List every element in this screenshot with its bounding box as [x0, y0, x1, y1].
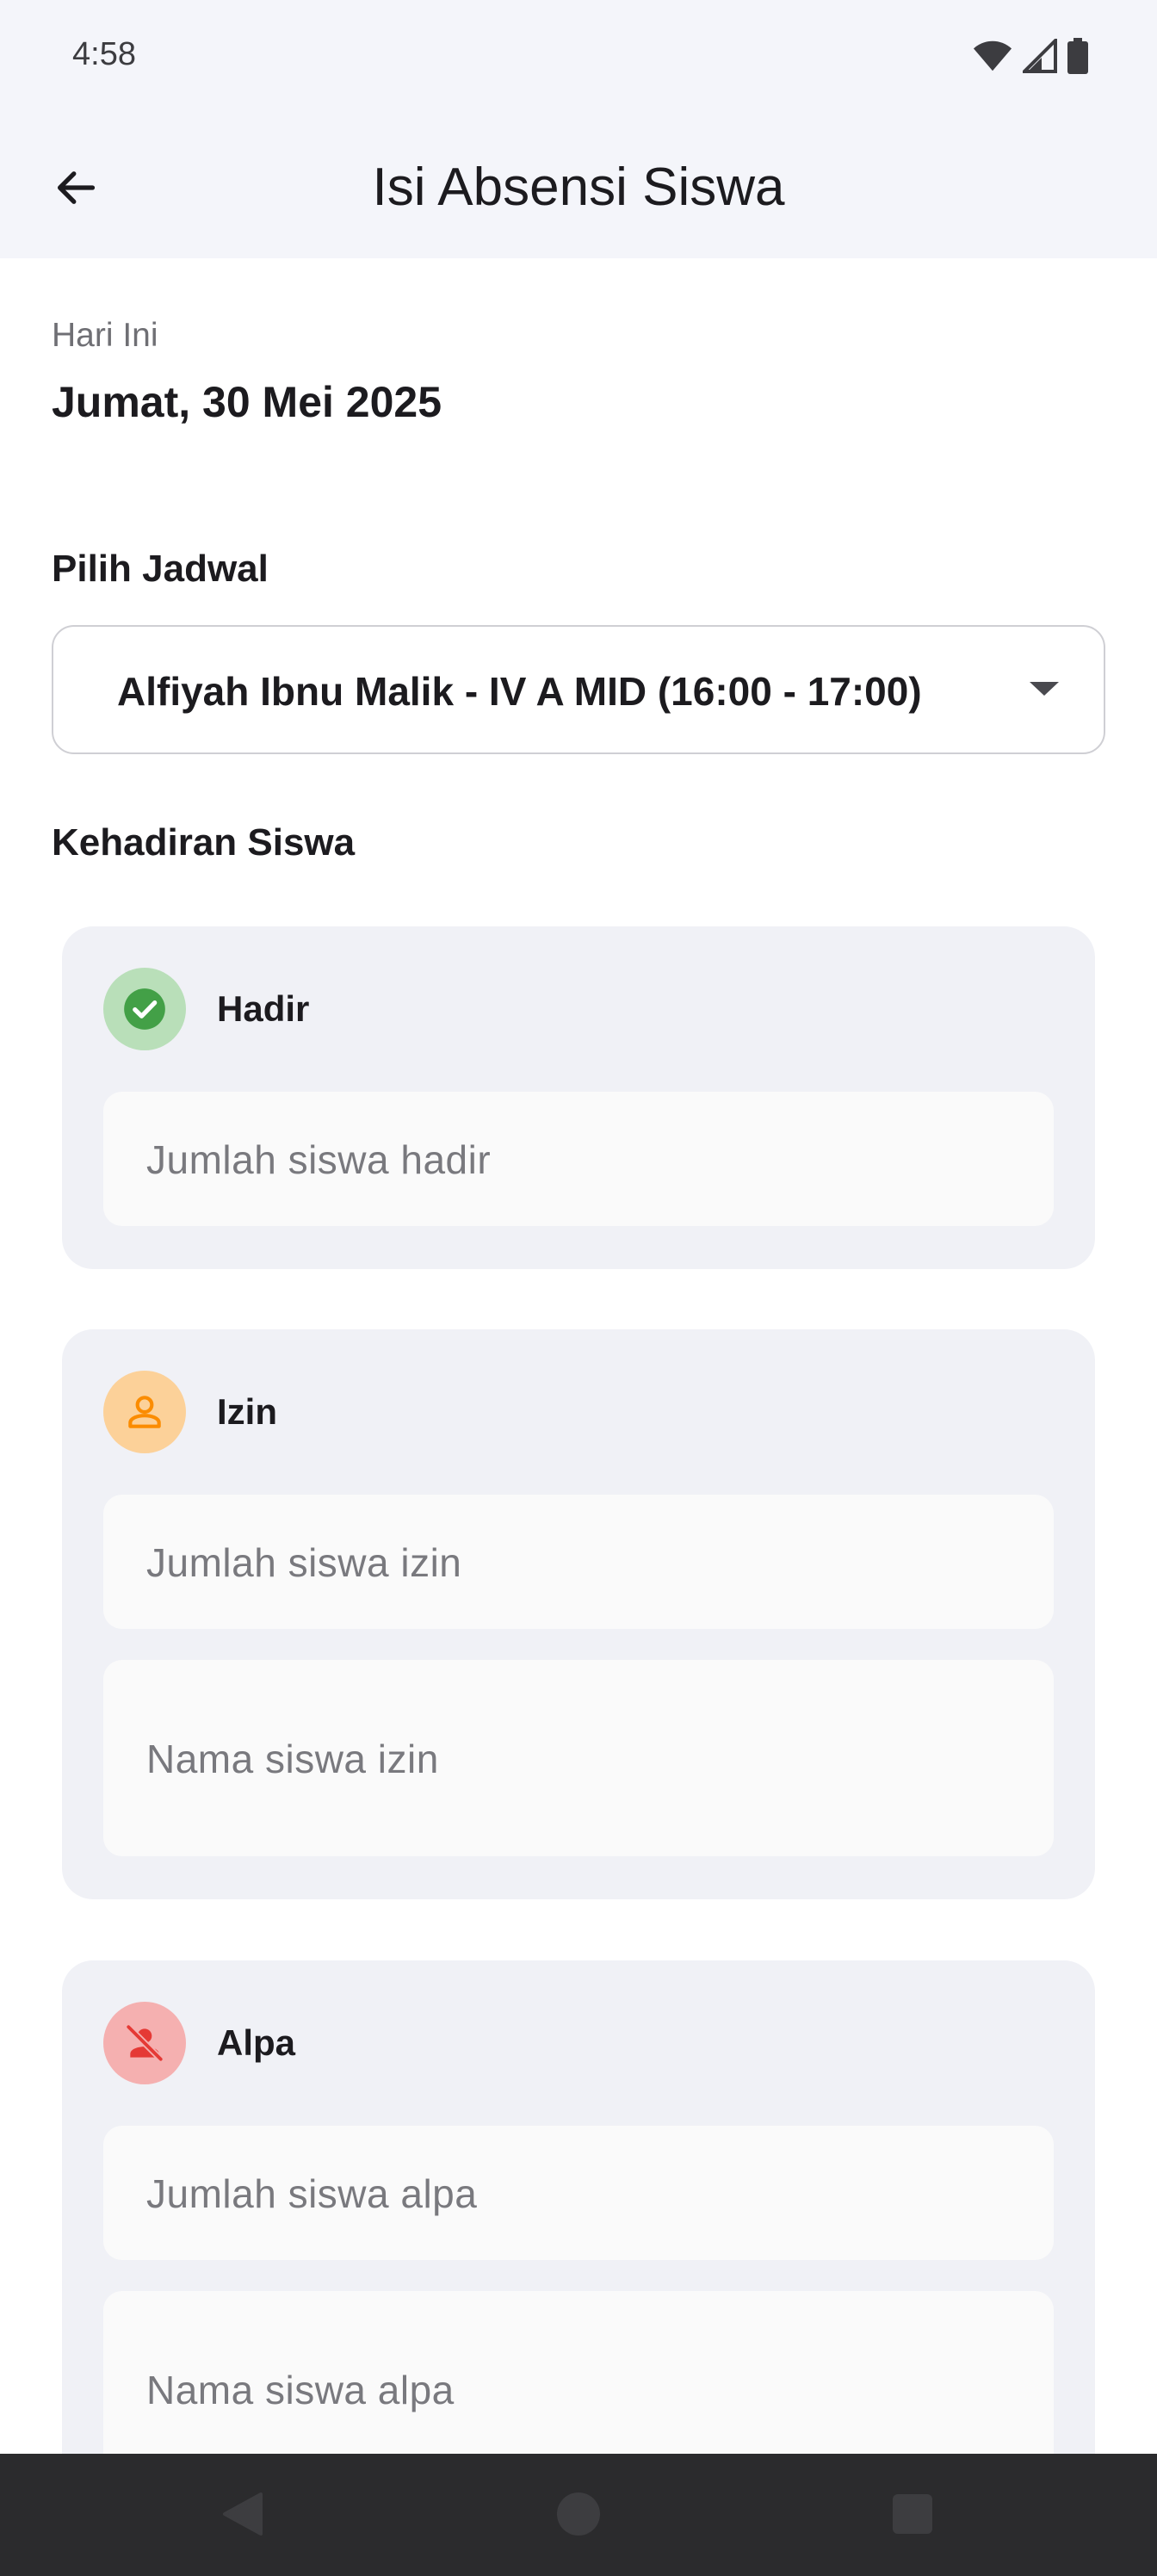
schedule-label: Pilih Jadwal: [52, 548, 269, 590]
battery-icon: [1067, 38, 1088, 74]
square-recents-icon: [893, 2493, 932, 2538]
nav-home-button[interactable]: [553, 2490, 604, 2542]
hadir-header: Hadir: [103, 968, 309, 1050]
scroll-content[interactable]: Hari Ini Jumat, 30 Mei 2025 Pilih Jadwal…: [0, 258, 1157, 2454]
alpa-header: Alpa: [103, 2002, 295, 2084]
izin-title: Izin: [217, 1391, 277, 1432]
alpa-count-placeholder: Jumlah siswa alpa: [146, 2171, 478, 2216]
system-nav-bar: [0, 2454, 1157, 2576]
today-label: Hari Ini: [52, 317, 158, 354]
alpa-title: Alpa: [217, 2022, 296, 2063]
attendance-label: Kehadiran Siswa: [52, 821, 356, 864]
izin-names-input[interactable]: Nama siswa izin: [103, 1660, 1054, 1856]
izin-header: Izin: [103, 1371, 277, 1453]
wifi-icon: [973, 39, 1012, 73]
app-bar: Isi Absensi Siswa: [0, 121, 1157, 258]
alpa-count-input[interactable]: Jumlah siswa alpa: [103, 2126, 1054, 2260]
hadir-title: Hadir: [217, 988, 310, 1029]
status-time: 4:58: [72, 36, 136, 72]
alpa-card: Alpa Jumlah siswa alpa Nama siswa alpa: [62, 1960, 1095, 2454]
izin-count-placeholder: Jumlah siswa izin: [146, 1540, 462, 1585]
hadir-card: Hadir Jumlah siswa hadir: [62, 926, 1095, 1269]
nav-back-button[interactable]: [217, 2490, 269, 2542]
dropdown-arrow-icon: [1030, 680, 1059, 702]
schedule-selected-value: Alfiyah Ibnu Malik - IV A MID (16:00 - 1…: [117, 669, 922, 714]
screen: 4:58 Isi Absensi Siswa Hari Ini Jumat, 3…: [0, 0, 1157, 2576]
signal-icon: [1023, 39, 1057, 73]
schedule-dropdown[interactable]: Alfiyah Ibnu Malik - IV A MID (16:00 - 1…: [52, 625, 1105, 754]
hadir-count-input[interactable]: Jumlah siswa hadir: [103, 1092, 1054, 1226]
izin-count-input[interactable]: Jumlah siswa izin: [103, 1495, 1054, 1629]
triangle-back-icon: [221, 2492, 264, 2541]
alpa-names-placeholder: Nama siswa alpa: [146, 2368, 455, 2412]
izin-card: Izin Jumlah siswa izin Nama siswa izin: [62, 1329, 1095, 1899]
nav-recents-button[interactable]: [887, 2490, 938, 2542]
person-off-icon: [103, 2002, 186, 2084]
hadir-count-placeholder: Jumlah siswa hadir: [146, 1137, 492, 1182]
izin-names-placeholder: Nama siswa izin: [146, 1737, 439, 1781]
status-icons: [973, 38, 1088, 74]
status-bar: 4:58: [0, 0, 1157, 121]
check-circle-icon: [103, 968, 186, 1050]
circle-home-icon: [556, 2492, 601, 2541]
person-icon: [103, 1371, 186, 1453]
alpa-names-input[interactable]: Nama siswa alpa: [103, 2291, 1054, 2454]
today-date: Jumat, 30 Mei 2025: [52, 378, 442, 426]
page-title: Isi Absensi Siswa: [372, 158, 785, 217]
